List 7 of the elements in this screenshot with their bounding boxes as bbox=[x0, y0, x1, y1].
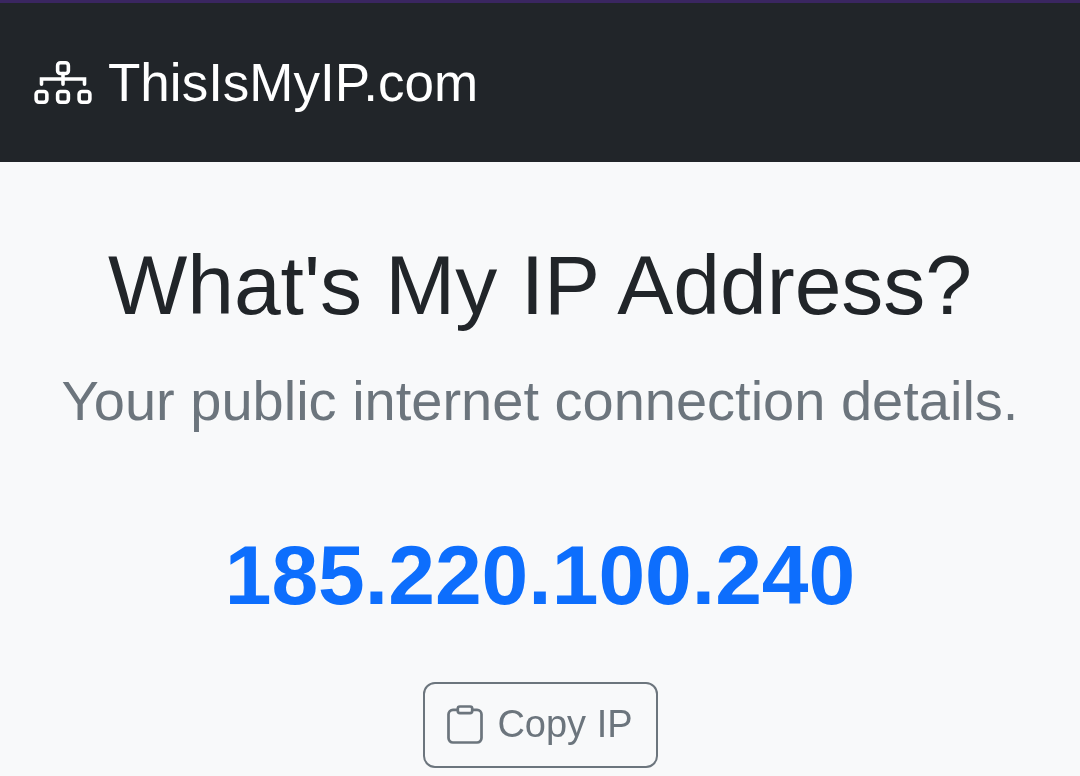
copy-ip-button[interactable]: Copy IP bbox=[422, 681, 658, 768]
page-title: What's My IP Address? bbox=[107, 237, 973, 334]
site-brand-link[interactable]: ThisIsMyIP.com bbox=[108, 50, 479, 115]
page-subtitle: Your public internet connection details. bbox=[61, 367, 1019, 434]
clipboard-icon bbox=[447, 705, 484, 745]
network-diagram-icon bbox=[34, 61, 92, 104]
ip-address: 185.220.100.240 bbox=[224, 527, 856, 624]
